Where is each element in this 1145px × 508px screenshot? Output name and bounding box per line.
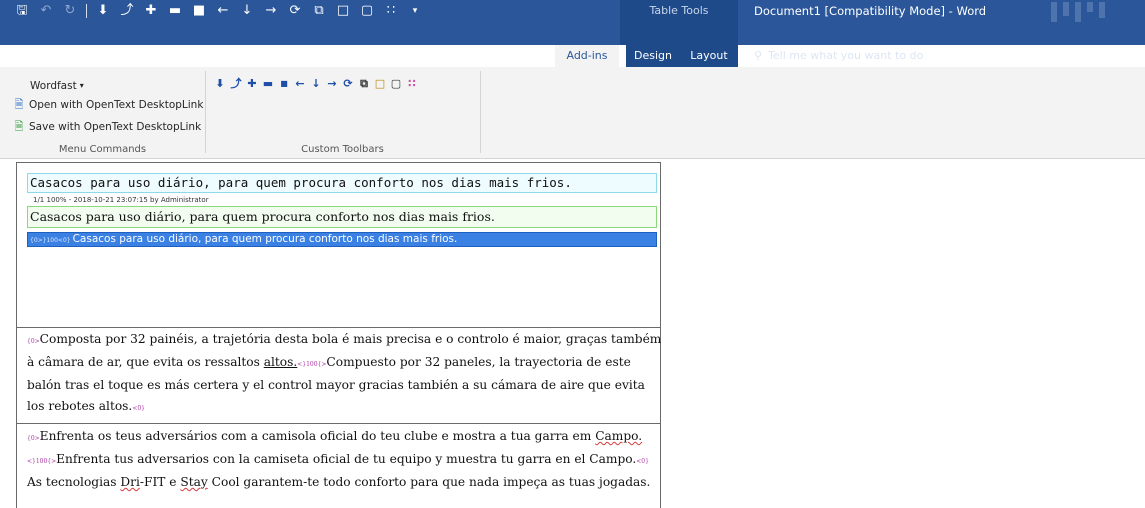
lightbulb-icon: ⚲ (754, 49, 763, 62)
custom-toolbars-group-label: Custom Toolbars (301, 144, 384, 155)
table-tools-label: Table Tools (649, 4, 709, 17)
tell-me-search[interactable]: ⚲ Tell me what you want to do (754, 45, 923, 67)
window-icon[interactable]: ▢ (355, 0, 379, 22)
arrow-right-icon[interactable]: → (325, 76, 339, 92)
chevron-down-icon: ▾ (79, 81, 84, 90)
redo-icon[interactable]: ↻ (58, 0, 82, 22)
save-document-icon: 🗎 (14, 120, 24, 133)
tab-home[interactable]: Home (68, 45, 108, 67)
target-segment-text: Casacos para uso diário, para quem procu… (30, 209, 495, 224)
paragraph-3[interactable]: {0>Enfrenta os teus adversários com a ca… (27, 426, 662, 493)
portuguese-text-end: Campo. (595, 429, 643, 443)
table-row-divider (17, 423, 660, 424)
segment-mid-tag: <}100{> (297, 361, 327, 368)
portuguese-text-end: altos. (263, 355, 298, 369)
group-separator (480, 71, 481, 153)
plus-icon[interactable]: ✚ (245, 76, 259, 92)
arrow-down-icon[interactable]: ↓ (235, 0, 259, 22)
arrow-down-icon[interactable]: ↓ (309, 76, 323, 92)
copy-icon[interactable]: ⧉ (357, 76, 371, 92)
tm-match-box[interactable]: {0>}100<0} Casacos para uso diário, para … (27, 232, 657, 247)
target-segment-input[interactable]: Casacos para uso diário, para quem procu… (27, 206, 657, 228)
segment-open-tag: {0> (27, 338, 40, 345)
refresh-icon[interactable]: ⟳ (283, 0, 307, 22)
portuguese-text: -FIT e (139, 475, 181, 489)
title-bar: 🖫 ↶ ↻ ⬇ ⤴ ✚ ▬ ■ ← ↓ → ⟳ ⧉ □ ▢ ∷ ▾ Table … (0, 0, 1145, 45)
tab-view[interactable]: View (506, 45, 546, 67)
misspelled-word: Stay (180, 475, 208, 489)
tab-review[interactable]: Review (448, 45, 494, 67)
ribbon: Wordfast ▾ 🗎 Open with OpenText DesktopL… (0, 67, 1145, 159)
portuguese-text: Cool garantem-te todo conforto para que … (207, 475, 651, 489)
open-desktoplink-button[interactable]: 🗎 Open with OpenText DesktopLink (12, 96, 204, 114)
frame-icon[interactable]: □ (331, 0, 355, 22)
tm-match-info: 1/1 100% - 2018-10-21 23:07:15 by Admini… (33, 196, 209, 204)
menu-commands-group-label: Menu Commands (58, 144, 147, 155)
refresh-icon[interactable]: ⟳ (341, 76, 355, 92)
window-icon[interactable]: ▢ (389, 76, 403, 92)
spanish-text: Enfrenta tus adversarios con la camiseta… (56, 452, 637, 466)
curved-arrow-icon[interactable]: ⤴ (115, 0, 139, 22)
save-desktoplink-label: Save with OpenText DesktopLink (29, 121, 202, 133)
segment-close-tag: <0} (132, 405, 145, 412)
tab-insert[interactable]: Insert (122, 45, 166, 67)
square-icon[interactable]: ■ (187, 0, 211, 22)
undo-icon[interactable]: ↶ (34, 0, 58, 22)
arrow-down-bold-icon[interactable]: ⬇ (91, 0, 115, 22)
tab-layout[interactable]: Layout (240, 45, 286, 67)
custom-toolbar-row: ⬇ ⤴ ✚ ▬ ■ ← ↓ → ⟳ ⧉ □ ▢ ∷ (213, 76, 419, 92)
save-icon[interactable]: 🖫 (10, 0, 34, 22)
arrow-left-icon[interactable]: ← (293, 76, 307, 92)
title-decoration (1051, 2, 1105, 22)
misspelled-word: Dri (120, 475, 140, 489)
segment-close-tag: <0} (636, 458, 649, 465)
save-desktoplink-button[interactable]: 🗎 Save with OpenText DesktopLink (12, 118, 202, 136)
tab-file[interactable]: File (18, 45, 48, 67)
qat-separator (86, 4, 87, 18)
tell-me-text: Tell me what you want to do (768, 49, 924, 62)
open-desktoplink-label: Open with OpenText DesktopLink (29, 99, 204, 111)
tm-match-text: Casacos para uso diário, para quem procu… (72, 233, 458, 245)
square-icon[interactable]: ■ (277, 76, 291, 92)
tab-mailings[interactable]: Mailings (380, 45, 432, 67)
arrow-left-icon[interactable]: ← (211, 0, 235, 22)
document-area[interactable]: Casacos para uso diário, para quem procu… (0, 160, 1145, 508)
arrow-right-icon[interactable]: → (259, 0, 283, 22)
minus-icon[interactable]: ▬ (163, 0, 187, 22)
segment-open-tag: {0> (27, 435, 40, 442)
minus-icon[interactable]: ▬ (261, 76, 275, 92)
table-row-divider (17, 327, 660, 328)
customize-qat-icon[interactable]: ▾ (403, 0, 427, 22)
wordfast-label: Wordfast (30, 80, 77, 92)
segment-mid-tag: <}100{> (27, 458, 57, 465)
tab-design[interactable]: Design (180, 45, 224, 67)
portuguese-text: Enfrenta os teus adversários com a camis… (39, 429, 596, 443)
tab-add-ins[interactable]: Add-ins (555, 45, 619, 67)
open-document-icon: 🗎 (14, 98, 24, 111)
portuguese-text: As tecnologias (27, 475, 121, 489)
table-tools-context: Table Tools (620, 0, 738, 45)
paragraph-2[interactable]: {0>Composta por 32 painéis, a trajetória… (27, 329, 662, 419)
wordfast-dropdown[interactable]: Wordfast ▾ (30, 77, 84, 95)
dots-icon[interactable]: ∷ (379, 0, 403, 22)
copy-icon[interactable]: ⧉ (307, 0, 331, 22)
quick-access-toolbar: 🖫 ↶ ↻ ⬇ ⤴ ✚ ▬ ■ ← ↓ → ⟳ ⧉ □ ▢ ∷ ▾ (0, 0, 620, 22)
tab-table-design[interactable]: Design (626, 45, 680, 67)
tab-table-layout[interactable]: Layout (680, 45, 738, 67)
tm-match-tag: {0>}100<0} (30, 237, 71, 244)
frame-icon[interactable]: □ (373, 76, 387, 92)
group-separator (205, 71, 206, 153)
document-title: Document1 [Compatibility Mode] - Word (754, 4, 987, 18)
tab-references[interactable]: References (300, 45, 368, 67)
dots-icon[interactable]: ∷ (405, 76, 419, 92)
arrow-down-bold-icon[interactable]: ⬇ (213, 76, 227, 92)
plus-icon[interactable]: ✚ (139, 0, 163, 22)
document-table: Casacos para uso diário, para quem procu… (16, 162, 661, 508)
curved-arrow-icon[interactable]: ⤴ (229, 76, 243, 92)
source-segment: Casacos para uso diário, para quem procu… (27, 173, 657, 193)
